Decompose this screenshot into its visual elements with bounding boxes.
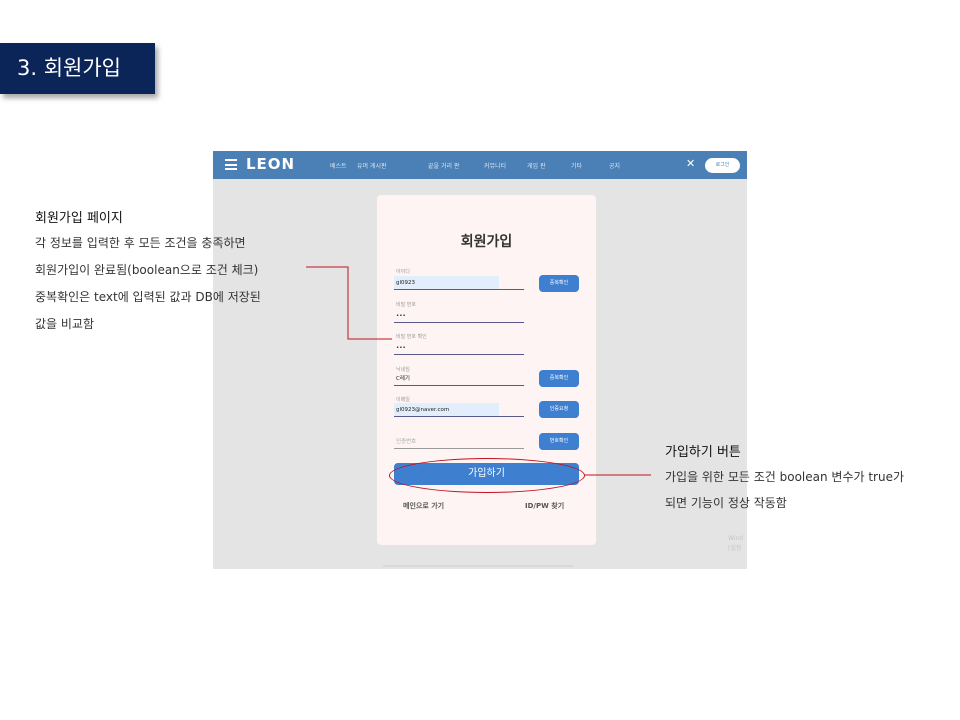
faint-footer [383, 565, 573, 567]
password-label: 비밀 번호 [396, 302, 416, 308]
nav-notice[interactable]: 공지 [609, 161, 620, 170]
nav-humor-board[interactable]: 유머 게시판 [357, 161, 387, 170]
slide-title: 3. 회원가입 [0, 43, 155, 94]
login-button[interactable]: 로그인 [705, 158, 740, 173]
left-note-line: 회원가입이 완료됨(boolean으로 조건 체크) [35, 263, 259, 277]
email-verify-button[interactable]: 인증요청 [539, 401, 579, 418]
watermark-line: Wind [728, 535, 744, 542]
auth-code-input[interactable]: 인증번호 [394, 435, 524, 449]
right-note-line: 가입을 위한 모든 조건 boolean 변수가 true가 [665, 470, 905, 484]
email-label: 이메일 [396, 397, 410, 403]
nav-board-3[interactable]: 끝을 거리 판 [428, 161, 459, 170]
shuffle-icon[interactable]: ✕ [686, 158, 695, 170]
left-note-line: 각 정보를 입력한 후 모든 조건을 충족하면 [35, 236, 246, 250]
auth-code-check-button[interactable]: 번호확인 [539, 433, 579, 450]
left-note-line: 값을 비교함 [35, 317, 95, 331]
left-note-title: 회원가입 페이지 [35, 211, 123, 226]
site-logo[interactable]: LEON [246, 155, 295, 173]
nav-etc[interactable]: 기타 [571, 161, 582, 170]
right-note-title: 가입하기 버튼 [665, 445, 741, 460]
id-label: 아이디 [396, 269, 410, 275]
id-check-button[interactable]: 중복확인 [539, 275, 579, 292]
submit-highlight-ellipse [389, 458, 585, 493]
signup-title: 회원가입 [460, 234, 513, 250]
nav-game-board[interactable]: 게임 판 [527, 161, 545, 170]
nickname-check-button[interactable]: 중복확인 [539, 370, 579, 387]
top-navbar: LEON 베스트 유머 게시판 끝을 거리 판 커뮤니티 게임 판 기타 공지 … [213, 151, 747, 179]
password-confirm-input[interactable]: ••• [394, 341, 524, 355]
left-note-line: 중복확인은 text에 입력된 값과 DB에 저장된 [35, 290, 261, 304]
right-note-line: 되면 기능이 정상 작동함 [665, 496, 787, 510]
id-input[interactable]: gl0923 [394, 276, 524, 290]
back-to-main-link[interactable]: 메인으로 가기 [403, 501, 444, 511]
nav-community[interactable]: 커뮤니티 [484, 161, 506, 170]
password-confirm-label: 비밀 번호 확인 [396, 334, 427, 340]
nav-best[interactable]: 베스트 [330, 161, 347, 170]
windows-watermark: Wind [설정 [728, 534, 743, 554]
watermark-line: [설정 [728, 545, 742, 552]
menu-icon[interactable] [225, 159, 237, 170]
nickname-input[interactable]: C레기 [394, 372, 524, 386]
password-input[interactable]: ••• [394, 309, 524, 323]
email-input[interactable]: gl0923@naver.com [394, 403, 524, 417]
find-id-pw-link[interactable]: ID/PW 찾기 [525, 501, 564, 511]
